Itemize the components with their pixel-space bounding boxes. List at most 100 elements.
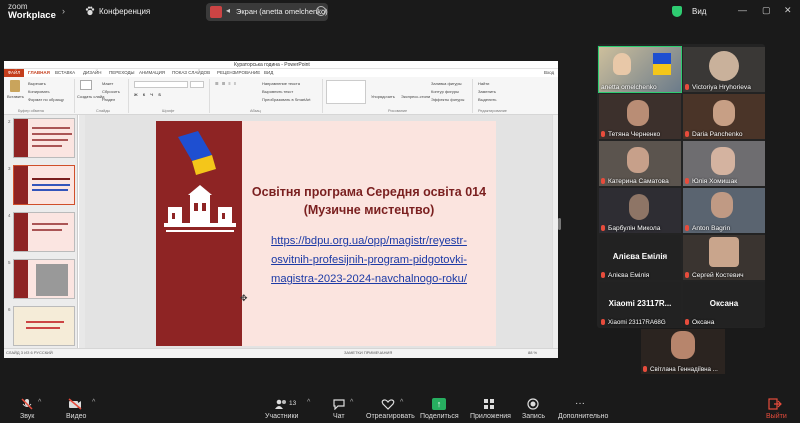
- mic-muted-icon[interactable]: [20, 398, 34, 410]
- heart-react-icon[interactable]: [381, 398, 395, 410]
- more-options-icon[interactable]: ···: [316, 6, 326, 16]
- video-tile[interactable]: Anton Bagrin: [683, 188, 765, 233]
- find-button[interactable]: Найти: [478, 81, 489, 86]
- shared-screen: Кураторська година - PowerPoint ФАЙЛ ГЛА…: [4, 61, 558, 358]
- participants-button-label[interactable]: Участники: [265, 413, 298, 420]
- ppt-signin[interactable]: Вход: [544, 70, 554, 75]
- more-icon[interactable]: ···: [575, 398, 585, 409]
- new-slide-icon[interactable]: [80, 80, 92, 90]
- ppt-tab-slideshow[interactable]: ПОКАЗ СЛАЙДОВ: [172, 70, 210, 75]
- slide-thumbnail[interactable]: [13, 306, 75, 346]
- video-tile[interactable]: Барбулін Микола: [599, 188, 681, 233]
- record-icon[interactable]: [526, 398, 540, 410]
- slide-scrollbar[interactable]: [552, 115, 558, 348]
- shape-outline-button[interactable]: Контур фигуры: [431, 89, 459, 94]
- video-tile[interactable]: Тетяна Черненко: [599, 94, 681, 139]
- paste-icon[interactable]: [10, 80, 20, 92]
- share-button-label[interactable]: Поделиться: [420, 413, 459, 420]
- chat-options-caret[interactable]: ^: [350, 399, 353, 406]
- leave-icon[interactable]: [768, 398, 782, 410]
- arrange-button[interactable]: Упорядочить: [371, 94, 395, 99]
- ppt-file-tab[interactable]: ФАЙЛ: [4, 69, 24, 77]
- select-button[interactable]: Выделить: [478, 97, 496, 102]
- ppt-tab-transitions[interactable]: ПЕРЕХОДЫ: [109, 70, 135, 75]
- maximize-icon[interactable]: ▢: [762, 5, 771, 16]
- video-tile[interactable]: Алієва Емілія Алієва Емілія: [599, 235, 681, 280]
- chat-icon[interactable]: [332, 398, 346, 410]
- ppt-tab-insert[interactable]: ВСТАВКА: [55, 70, 75, 75]
- ppt-status-right[interactable]: ЗАМЕТКИ ПРИМЕЧАНИЯ: [344, 350, 392, 355]
- video-tile[interactable]: Сергей Костевич: [683, 235, 765, 280]
- audio-options-caret[interactable]: ^: [38, 399, 41, 406]
- slide-thumbnail[interactable]: [13, 259, 75, 299]
- slide-thumbnail[interactable]: [13, 118, 75, 158]
- view-menu[interactable]: Вид: [692, 7, 706, 16]
- shape-effects-button[interactable]: Эффекты фигуры: [431, 97, 464, 102]
- thumb-text: [32, 229, 62, 231]
- mic-off-icon: [601, 225, 605, 231]
- paste-button[interactable]: Вставить: [7, 94, 24, 99]
- slide-link-line-2[interactable]: osvitnih-profesijnih-program-pidgotovki-: [242, 254, 496, 266]
- close-icon[interactable]: ✕: [784, 5, 792, 16]
- video-tile[interactable]: Daria Panchenko: [683, 94, 765, 139]
- quick-styles-button[interactable]: Экспресс-стили: [401, 94, 430, 99]
- section-button[interactable]: Раздел: [102, 97, 115, 102]
- video-tile[interactable]: Світлана Геннадіївна ...: [641, 329, 725, 374]
- reset-button[interactable]: Сбросить: [102, 89, 120, 94]
- apps-button-label[interactable]: Приложения: [470, 413, 511, 420]
- copy-button[interactable]: Копировать: [28, 89, 50, 94]
- ppt-tab-animation[interactable]: АНИМАЦИЯ: [139, 70, 165, 75]
- video-tile[interactable]: Юлія Хомишак: [683, 141, 765, 186]
- video-options-caret[interactable]: ^: [92, 399, 95, 406]
- font-style-buttons[interactable]: Ж К Ч S: [134, 92, 163, 97]
- slide-thumbnail-selected[interactable]: [13, 165, 75, 205]
- font-size-select[interactable]: [190, 81, 204, 88]
- participant-name: Світлана Геннадіївна ...: [650, 366, 718, 373]
- font-family-select[interactable]: [134, 81, 188, 88]
- shape-fill-button[interactable]: Заливка фигуры: [431, 81, 462, 86]
- shapes-gallery[interactable]: [326, 80, 366, 104]
- video-tile[interactable]: Оксана Оксана: [683, 282, 765, 327]
- cut-button[interactable]: Вырезать: [28, 81, 46, 86]
- align-text-button[interactable]: Выровнять текст: [262, 89, 293, 94]
- minimize-icon[interactable]: —: [738, 5, 747, 15]
- splitter-handle[interactable]: [558, 218, 561, 230]
- text-direction-button[interactable]: Направление текста: [262, 81, 300, 86]
- chat-button-label[interactable]: Чат: [333, 413, 345, 420]
- share-screen-icon[interactable]: ↑: [432, 398, 446, 410]
- video-button-label[interactable]: Видео: [66, 413, 86, 420]
- audio-button-label[interactable]: Звук: [20, 413, 34, 420]
- list-buttons[interactable]: ☰ ☰ ≡ ≡: [215, 81, 237, 86]
- ppt-tab-view[interactable]: ВИД: [264, 70, 273, 75]
- video-tile[interactable]: Victoriya Hryhorieva: [683, 47, 765, 92]
- participants-options-caret[interactable]: ^: [307, 399, 310, 406]
- record-button-label[interactable]: Запись: [522, 413, 545, 420]
- group-font-label: Шрифт: [162, 109, 175, 113]
- layout-button[interactable]: Макет: [102, 81, 113, 86]
- new-slide-button[interactable]: Создать слайд: [77, 94, 104, 99]
- video-tile[interactable]: Xiaomi 23117R... Xiaomi 23117RA68G: [599, 282, 681, 327]
- mic-off-icon: [601, 178, 605, 184]
- video-off-icon[interactable]: [68, 398, 82, 410]
- slide-link-line-3[interactable]: magistra-2023-2024-navchalnogo-roku/: [242, 273, 496, 285]
- shield-check-icon[interactable]: [672, 6, 682, 17]
- slide-link-line-1[interactable]: https://bdpu.org.ua/opp/magistr/reyestr-: [242, 235, 496, 247]
- apps-icon[interactable]: [482, 398, 496, 410]
- video-tile[interactable]: Катерина Саматова: [599, 141, 681, 186]
- react-button-label[interactable]: Отреагировать: [366, 413, 415, 420]
- participant-face: [713, 100, 735, 126]
- chevron-right-icon[interactable]: ›: [62, 6, 65, 16]
- leave-button-label[interactable]: Выйти: [766, 413, 787, 420]
- format-painter-button[interactable]: Формат по образцу: [28, 97, 64, 102]
- participants-icon[interactable]: [274, 398, 288, 410]
- ppt-tab-review[interactable]: РЕЦЕНЗИРОВАНИЕ: [217, 70, 260, 75]
- react-options-caret[interactable]: ^: [400, 399, 403, 406]
- ppt-zoom-level[interactable]: 88 %: [528, 350, 537, 355]
- ppt-tab-design[interactable]: ДИЗАЙН: [83, 70, 102, 75]
- smartart-button[interactable]: Преобразовать в SmartArt: [262, 97, 311, 102]
- more-button-label[interactable]: Дополнительно: [558, 413, 608, 420]
- ppt-tab-home[interactable]: ГЛАВНАЯ: [28, 70, 50, 75]
- conference-label[interactable]: Конференция: [99, 7, 150, 16]
- slide-thumbnail[interactable]: [13, 212, 75, 252]
- replace-button[interactable]: Заменить: [478, 89, 496, 94]
